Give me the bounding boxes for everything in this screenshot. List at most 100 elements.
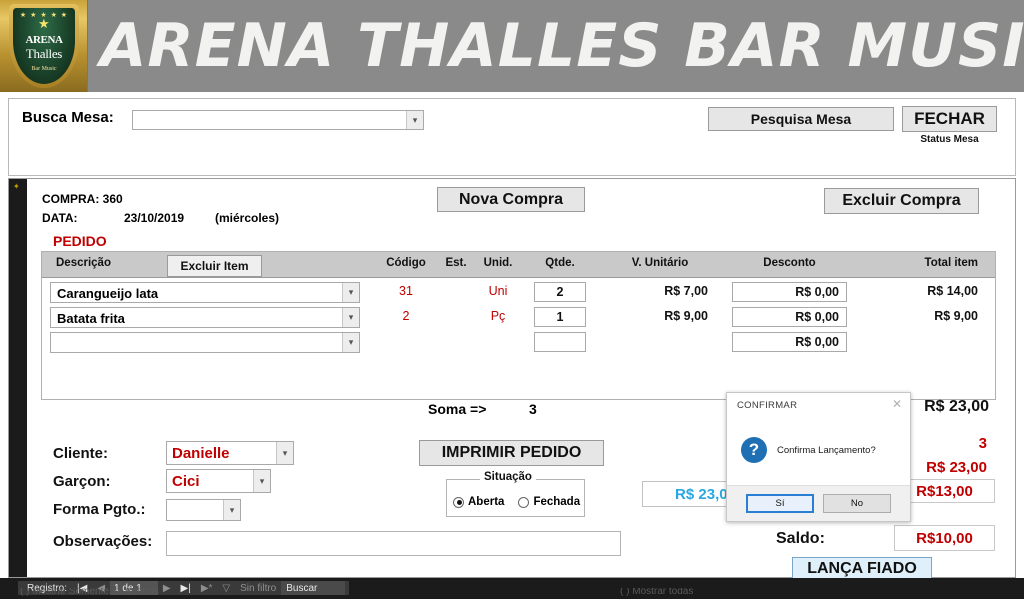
status-mesa-caption: Status Mesa (920, 134, 979, 145)
table-row: ▾ R$ 0,00 (42, 330, 995, 355)
item-descricao-input[interactable]: Batata frita ▾ (50, 307, 360, 328)
dialog-title: CONFIRMAR (737, 400, 798, 411)
cliente-value: Danielle (172, 445, 230, 462)
item-codigo: 2 (402, 309, 410, 323)
radio-fechada[interactable]: Fechada (518, 496, 580, 508)
excluir-item-button[interactable]: Excluir Item (167, 255, 262, 277)
radio-dot-icon[interactable] (453, 496, 464, 508)
chevron-down-icon[interactable]: ▾ (406, 111, 423, 129)
data-weekday: (miércoles) (215, 211, 280, 225)
logo: ★ ★ ★ ★ ★ ★ ARENA Thalles Bar Music (0, 0, 88, 92)
filter-option-todas[interactable]: ( ) Mostrar todas (620, 588, 693, 597)
chevron-down-icon[interactable]: ▾ (342, 283, 359, 302)
situacao-radio-group: Situação Aberta Fechada (446, 471, 585, 517)
cliente-label: Cliente: (53, 445, 109, 462)
forma-pagamento-label: Forma Pgto.: (53, 501, 146, 518)
logo-line2: Thalles (25, 46, 63, 61)
dialog-message: Confirma Lançamento? (777, 444, 876, 456)
radio-aberta-label: Aberta (468, 496, 505, 508)
close-icon[interactable]: ✕ (890, 397, 904, 411)
item-total: R$ 9,00 (934, 309, 978, 323)
observacoes-label: Observações: (53, 533, 153, 550)
imprimir-pedido-button[interactable]: IMPRIMIR PEDIDO (419, 440, 604, 466)
total-quantidade: 3 (978, 435, 987, 452)
item-descricao-input[interactable]: ▾ (50, 332, 360, 353)
busca-mesa-label: Busca Mesa: (22, 109, 114, 126)
item-valor-unitario: R$ 7,00 (664, 284, 708, 298)
item-descricao-value (51, 333, 359, 337)
chevron-down-icon[interactable]: ▾ (253, 470, 270, 492)
chevron-down-icon[interactable]: ▾ (223, 500, 240, 520)
confirm-dialog: CONFIRMAR ✕ ? Confirma Lançamento? Sí No (726, 392, 911, 522)
total-valor: R$ 23,00 (926, 459, 987, 476)
cliente-input[interactable]: Danielle ▾ (166, 441, 294, 465)
item-valor-unitario: R$ 9,00 (664, 309, 708, 323)
banner-title: ARENA THALLES BAR MUSIC (100, 11, 1024, 81)
item-total: R$ 14,00 (927, 284, 978, 298)
dialog-yes-button[interactable]: Sí (746, 494, 814, 513)
pedido-label: PEDIDO (53, 233, 107, 249)
radio-fechada-label: Fechada (533, 496, 581, 508)
column-header-codigo: Código (386, 257, 426, 269)
saldo-value: R$10,00 (894, 525, 995, 551)
column-header-unid: Unid. (483, 257, 513, 269)
item-desconto-input[interactable]: R$ 0,00 (732, 307, 847, 327)
busca-mesa-value (133, 111, 423, 115)
fechar-button[interactable]: FECHAR (902, 106, 997, 132)
table-row: Batata frita ▾ 2 Pç 1 R$ 9,00 R$ 0,00 R$… (42, 305, 995, 330)
logo-big-star-icon: ★ (38, 16, 50, 31)
item-unid: Pç (490, 309, 506, 323)
saldo-label: Saldo: (776, 530, 825, 547)
column-header-descricao: Descrição (56, 257, 111, 269)
record-selector-icon[interactable]: ✦ (13, 182, 20, 191)
logo-line1: ARENA (25, 34, 63, 46)
column-header-desconto: Desconto (763, 257, 816, 269)
chevron-down-icon[interactable]: ▾ (342, 308, 359, 327)
dialog-body: ? Confirma Lançamento? (727, 417, 910, 483)
item-qtde-input[interactable]: 1 (534, 307, 586, 327)
item-descricao-value: Batata frita (57, 311, 125, 326)
excluir-compra-button[interactable]: Excluir Compra (824, 188, 979, 214)
garcon-input[interactable]: Cici ▾ (166, 469, 271, 493)
radio-dot-icon[interactable] (518, 496, 530, 508)
form-left-rail: ✦ (9, 179, 27, 577)
pesquisa-mesa-button[interactable]: Pesquisa Mesa (708, 107, 894, 131)
app-banner: ★ ★ ★ ★ ★ ★ ARENA Thalles Bar Music AREN… (0, 0, 1024, 92)
item-desconto-input[interactable]: R$ 0,00 (732, 282, 847, 302)
chevron-down-icon[interactable]: ▾ (276, 442, 293, 464)
column-header-est: Est. (445, 257, 467, 269)
radio-aberta[interactable]: Aberta (453, 496, 504, 508)
items-grid: Descrição Código Est. Unid. Qtde. V. Uni… (41, 251, 996, 400)
column-header-qtde: Qtde. (545, 257, 575, 269)
compra-label: COMPRA: 360 (42, 192, 123, 206)
dialog-no-button[interactable]: No (823, 494, 891, 513)
dialog-footer: Sí No (727, 485, 910, 521)
item-codigo: 31 (399, 284, 413, 298)
nova-compra-button[interactable]: Nova Compra (437, 187, 585, 212)
items-grid-header: Descrição Código Est. Unid. Qtde. V. Uni… (42, 252, 995, 278)
column-header-valor-unitario: V. Unitário (631, 257, 689, 269)
item-qtde-input[interactable]: 2 (534, 282, 586, 302)
item-desconto-input[interactable]: R$ 0,00 (732, 332, 847, 352)
filter-option-abertas[interactable]: ( ) Mostrar Somente as Abertas (20, 588, 159, 597)
table-row: Carangueijo lata ▾ 31 Uni 2 R$ 7,00 R$ 0… (42, 280, 995, 305)
logo-line3: Bar Music (31, 66, 57, 72)
soma-label: Soma => (428, 401, 487, 417)
item-descricao-input[interactable]: Carangueijo lata ▾ (50, 282, 360, 303)
garcon-label: Garçon: (53, 473, 111, 490)
soma-value: 3 (529, 401, 537, 417)
item-descricao-value: Carangueijo lata (57, 286, 159, 301)
data-value: 23/10/2019 (124, 211, 185, 225)
forma-pagamento-input[interactable]: ▾ (166, 499, 241, 521)
app-window: ★ ★ ★ ★ ★ ★ ARENA Thalles Bar Music AREN… (0, 0, 1024, 599)
question-icon: ? (741, 437, 767, 463)
busca-mesa-input[interactable]: ▾ (132, 110, 424, 130)
item-unid: Uni (488, 284, 508, 298)
observacoes-input[interactable] (166, 531, 621, 556)
chevron-down-icon[interactable]: ▾ (342, 333, 359, 352)
data-label: DATA: (42, 211, 78, 225)
item-qtde-input[interactable] (534, 332, 586, 352)
situacao-legend: Situação (480, 471, 536, 483)
column-header-total-item: Total item (924, 257, 978, 269)
clipped-filter-options: ( ) Mostrar Somente as Abertas ( ) Mostr… (20, 588, 920, 599)
